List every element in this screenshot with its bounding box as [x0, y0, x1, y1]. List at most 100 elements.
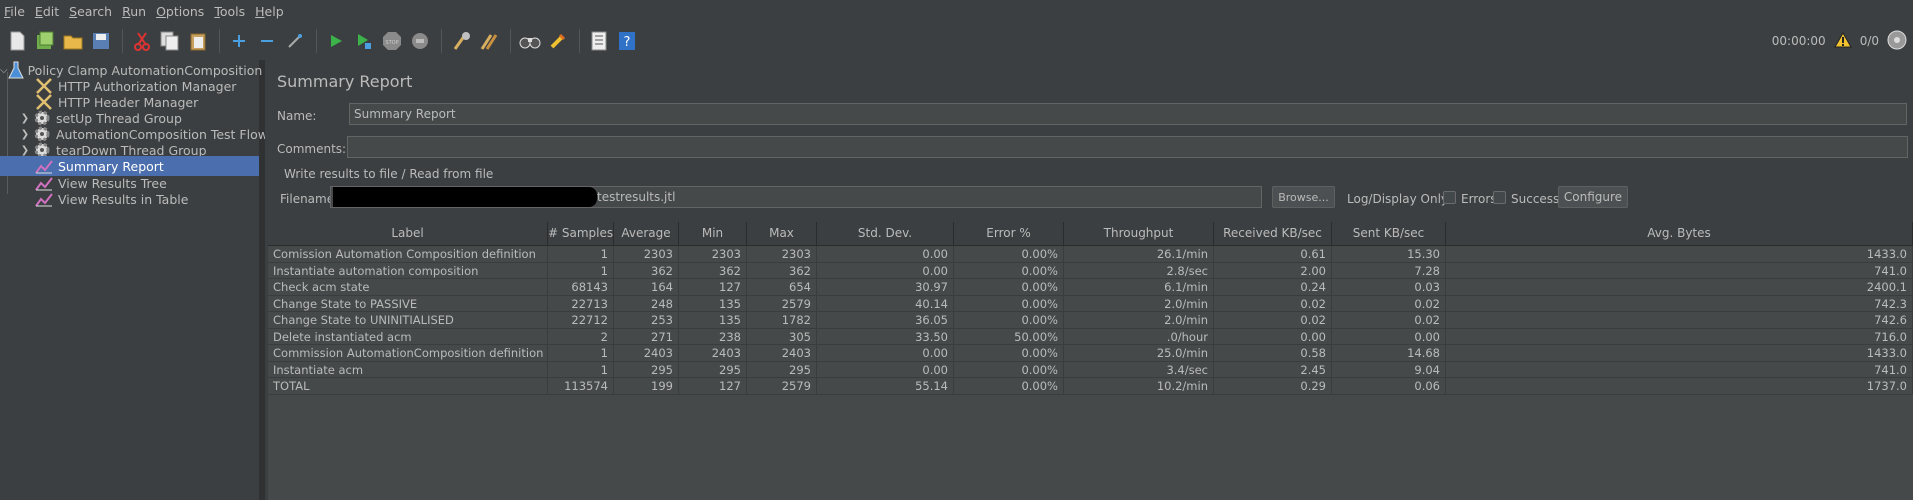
tree-item-label: View Results in Table [58, 191, 189, 207]
stop-icon[interactable]: STOP [379, 28, 405, 54]
expand-all-icon[interactable] [226, 28, 252, 54]
chevron-right-icon[interactable]: ❯ [18, 113, 32, 124]
cell-label: Comission Automation Composition definit… [268, 246, 548, 263]
column-header-label[interactable]: Label [268, 222, 548, 245]
toggle-icon[interactable] [282, 28, 308, 54]
cell-avg-bytes: 1433.0 [1446, 246, 1913, 263]
table-row[interactable]: Change State to UNINITIALISED 22712 253 135… [268, 312, 1913, 329]
clear-icon[interactable] [448, 28, 474, 54]
cell-error-percent: 0.00% [954, 295, 1064, 312]
cell-min: 127 [679, 378, 747, 395]
cell-average: 248 [614, 295, 679, 312]
cell-error-percent: 0.00% [954, 262, 1064, 279]
column-header-samples[interactable]: # Samples [548, 222, 614, 245]
function-helper-icon[interactable] [586, 28, 612, 54]
cell-throughput: .0/hour [1064, 328, 1214, 345]
remote-status-icon [1887, 30, 1907, 53]
cell-label: Instantiate acm [268, 361, 548, 378]
menu-tools[interactable]: Tools [210, 4, 251, 19]
cell-label: Instantiate automation composition [268, 262, 548, 279]
chevron-right-icon[interactable]: ❯ [18, 145, 32, 156]
menu-run[interactable]: Run [118, 4, 152, 19]
warning-icon[interactable] [1833, 31, 1852, 51]
chart-icon [34, 190, 54, 208]
table-row[interactable]: Instantiate acm 1 295 295 295 0.00 0.00% 3.4/se… [268, 361, 1913, 378]
cell-std-dev: 55.14 [817, 378, 954, 395]
menu-help[interactable]: Help [251, 4, 290, 19]
cell-min: 2303 [679, 246, 747, 263]
cell-avg-bytes: 742.3 [1446, 295, 1913, 312]
column-header-min[interactable]: Min [679, 222, 747, 245]
copy-icon[interactable] [157, 28, 183, 54]
clear-all-icon[interactable] [476, 28, 502, 54]
successes-checkbox[interactable] [1493, 191, 1506, 204]
search-binoculars-icon[interactable] [517, 28, 543, 54]
save-icon[interactable] [88, 28, 114, 54]
reset-search-icon[interactable] [545, 28, 571, 54]
toolbar-separator [441, 29, 442, 53]
cell-error-percent: 0.00% [954, 312, 1064, 329]
tree-item-view-results-in-table[interactable]: View Results in Table [34, 189, 188, 209]
menu-file[interactable]: File [0, 4, 31, 19]
table-row[interactable]: Check acm state 68143 164 127 654 30.97 0.00% 6… [268, 279, 1913, 296]
table-row[interactable]: Comission Automation Composition definit… [268, 246, 1913, 263]
table-row[interactable]: Change State to PASSIVE 22713 248 135 2579 40… [268, 295, 1913, 312]
cell-min: 362 [679, 262, 747, 279]
cell-label: Commission AutomationComposition definit… [268, 345, 548, 362]
panel-title: Summary Report [277, 72, 413, 91]
shutdown-icon[interactable] [407, 28, 433, 54]
table-row[interactable]: Instantiate automation composition 1 362 36… [268, 262, 1913, 279]
chevron-down-icon[interactable]: ⌵ [0, 65, 8, 76]
cell-std-dev: 0.00 [817, 262, 954, 279]
new-file-icon[interactable] [4, 28, 30, 54]
open-folder-icon[interactable] [60, 28, 86, 54]
paste-icon[interactable] [185, 28, 211, 54]
cell-received-kb: 0.58 [1214, 345, 1332, 362]
menu-options[interactable]: Options [152, 4, 210, 19]
help-icon[interactable]: ? [614, 28, 640, 54]
column-header-error-percent[interactable]: Error % [954, 222, 1064, 245]
column-header-average[interactable]: Average [614, 222, 679, 245]
chevron-right-icon[interactable]: ❯ [18, 129, 32, 140]
column-header-max[interactable]: Max [747, 222, 817, 245]
comments-field[interactable] [347, 136, 1908, 158]
toolbar-separator [122, 29, 123, 53]
cell-min: 238 [679, 328, 747, 345]
cell-throughput: 26.1/min [1064, 246, 1214, 263]
errors-checkbox[interactable] [1443, 191, 1456, 204]
templates-icon[interactable] [32, 28, 58, 54]
cell-error-percent: 0.00% [954, 246, 1064, 263]
column-header-received-kb[interactable]: Received KB/sec [1214, 222, 1332, 245]
menu-edit[interactable]: Edit [31, 4, 65, 19]
cell-max: 2303 [747, 246, 817, 263]
collapse-all-icon[interactable] [254, 28, 280, 54]
column-header-avg-bytes[interactable]: Avg. Bytes [1446, 222, 1913, 245]
cell-error-percent: 0.00% [954, 279, 1064, 296]
cell-avg-bytes: 1433.0 [1446, 345, 1913, 362]
table-row[interactable]: Delete instantiated acm 2 271 238 305 33.50 50… [268, 328, 1913, 345]
cell-error-percent: 0.00% [954, 378, 1064, 395]
start-no-pauses-icon[interactable] [351, 28, 377, 54]
cell-std-dev: 36.05 [817, 312, 954, 329]
cut-icon[interactable] [129, 28, 155, 54]
menu-search[interactable]: Search [65, 4, 118, 19]
column-header-throughput[interactable]: Throughput [1064, 222, 1214, 245]
cell-average: 271 [614, 328, 679, 345]
start-icon[interactable] [323, 28, 349, 54]
cell-std-dev: 30.97 [817, 279, 954, 296]
cell-throughput: 10.2/min [1064, 378, 1214, 395]
browse-button[interactable]: Browse... [1272, 186, 1335, 208]
cell-label: Change State to PASSIVE [268, 295, 548, 312]
cell-avg-bytes: 741.0 [1446, 361, 1913, 378]
cell-min: 295 [679, 361, 747, 378]
cell-samples: 1 [548, 262, 614, 279]
cell-received-kb: 2.00 [1214, 262, 1332, 279]
column-header-sent-kb[interactable]: Sent KB/sec [1332, 222, 1446, 245]
configure-button[interactable]: Configure [1558, 186, 1628, 208]
name-field[interactable]: Summary Report [349, 103, 1907, 125]
table-row[interactable]: TOTAL 113574 199 127 2579 55.14 0.00% 10.2/min 0… [268, 378, 1913, 395]
table-row[interactable]: Commission AutomationComposition definit… [268, 345, 1913, 362]
cell-throughput: 3.4/sec [1064, 361, 1214, 378]
column-header-std-dev[interactable]: Std. Dev. [817, 222, 954, 245]
cell-label: Check acm state [268, 279, 548, 296]
